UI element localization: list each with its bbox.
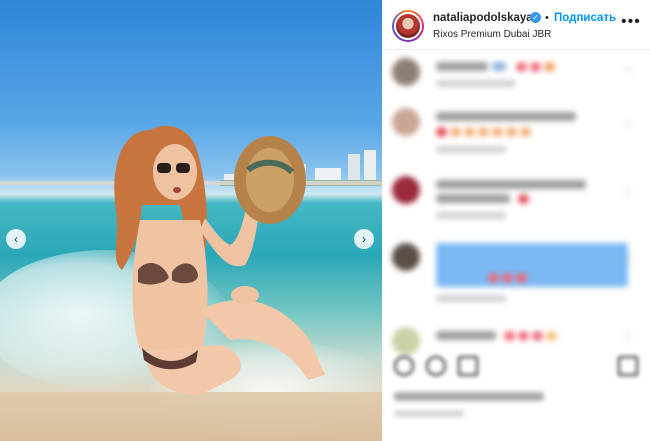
woman-with-hat	[114, 125, 325, 395]
comment-item: ♡	[392, 176, 642, 220]
verified-badge-icon: ✓	[530, 12, 541, 23]
avatar[interactable]	[392, 10, 424, 42]
separator-dot: •	[545, 12, 549, 24]
follow-button[interactable]: Подписать	[554, 12, 616, 24]
post-date	[394, 410, 464, 417]
like-icon[interactable]	[394, 356, 414, 376]
post-actions-bar	[382, 352, 650, 382]
post-header: nataliapodolskaya ✓ • Подписать Rixos Pr…	[382, 0, 650, 50]
post-photo[interactable]: ‹ ›	[0, 0, 382, 441]
carousel-prev-button[interactable]: ‹	[6, 229, 26, 249]
comment-item: ♡	[392, 108, 642, 153]
location-link[interactable]: Rixos Premium Dubai JBR	[433, 29, 551, 40]
comment-item: ♡	[392, 243, 642, 303]
comments-list: ♡ ♡ ♡ ♡ ♡	[382, 50, 650, 355]
comment-icon[interactable]	[426, 356, 446, 376]
chevron-left-icon: ‹	[14, 232, 18, 246]
username-link[interactable]: nataliapodolskaya	[433, 12, 533, 24]
share-icon[interactable]	[458, 356, 478, 376]
carousel-next-button[interactable]: ›	[354, 229, 374, 249]
save-icon[interactable]	[618, 356, 638, 376]
likes-count[interactable]	[394, 392, 544, 401]
comment-item: ♡	[392, 327, 642, 355]
post-side-panel: nataliapodolskaya ✓ • Подписать Rixos Pr…	[382, 0, 650, 441]
comment-item: ♡	[392, 58, 642, 88]
chevron-right-icon: ›	[362, 232, 366, 246]
more-options-icon[interactable]: •••	[621, 14, 641, 30]
